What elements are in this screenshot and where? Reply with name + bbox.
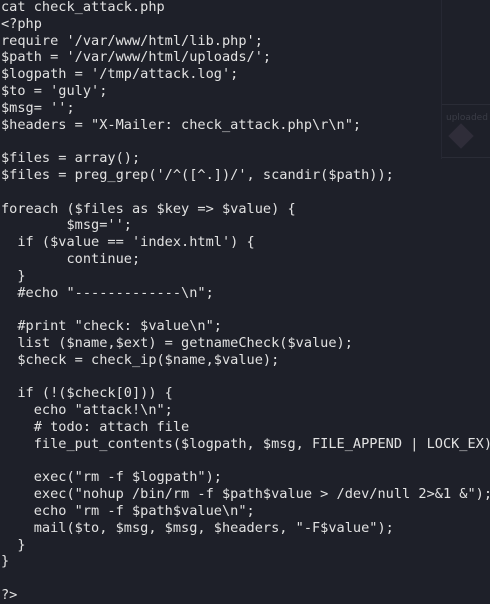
code-line: <?php (1, 15, 42, 32)
code-line: require '/var/www/html/lib.php'; (1, 32, 263, 49)
code-line: exec("nohup /bin/rm -f $path$value > /de… (1, 486, 490, 503)
code-line: # todo: attach file (1, 418, 190, 435)
code-line: } (1, 267, 26, 284)
code-line: } (1, 553, 10, 570)
code-line: $to = 'guly'; (1, 82, 108, 99)
code-line: mail($to, $msg, $msg, $headers, "-F$valu… (1, 519, 394, 536)
code-line: if ($value == 'index.html') { (1, 234, 255, 251)
code-line: $logpath = '/tmp/attack.log'; (1, 66, 239, 83)
code-line: echo "attack!\n"; (1, 402, 173, 419)
code-line: foreach ($files as $key => $value) { (1, 200, 296, 217)
code-line: $files = array(); (1, 150, 141, 167)
code-line: } (1, 536, 26, 553)
code-line: #print "check: $value\n"; (1, 318, 222, 335)
code-line: exec("rm -f $logpath"); (1, 469, 222, 486)
code-line: list ($name,$ext) = getnameCheck($value)… (1, 334, 353, 351)
code-line: $check = check_ip($name,$value); (1, 351, 280, 368)
code-line: file_put_contents($logpath, $msg, FILE_A… (1, 435, 490, 452)
terminal-command-line: cat check_attack.php (1, 0, 165, 15)
code-line: $path = '/var/www/html/uploads/'; (1, 49, 272, 66)
code-line: $msg=''; (1, 217, 132, 234)
code-line: $files = preg_grep('/^([^.])/', scandir(… (1, 166, 394, 183)
code-line: ?> (1, 586, 18, 603)
code-line: $headers = "X-Mailer: check_attack.php\r… (1, 116, 362, 133)
code-line: echo "rm -f $path$value\n"; (1, 502, 255, 519)
code-line: continue; (1, 250, 141, 267)
code-line: if (!($check[0])) { (1, 385, 173, 402)
terminal-output[interactable]: cat check_attack.php <?php require '/var/w… (1, 0, 490, 604)
code-line: $msg= ''; (1, 99, 75, 116)
code-line: #echo "-------------\n"; (1, 284, 214, 301)
